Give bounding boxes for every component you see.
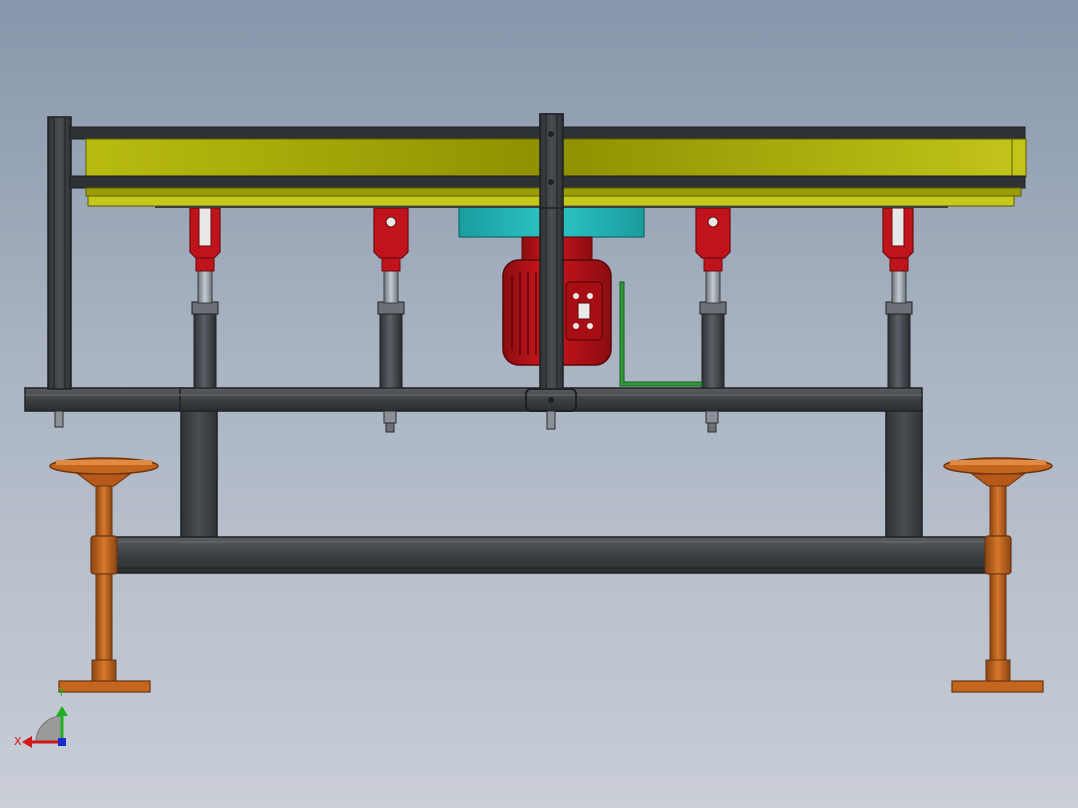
cad-viewport[interactable]: X Y [0,0,1078,808]
orientation-triad[interactable]: X Y [10,680,80,760]
lower-frame[interactable] [111,409,993,574]
lower-leg-left[interactable] [180,409,218,539]
leveling-bolts [54,410,719,433]
y-axis-label: Y [57,686,65,699]
roller-stand-right[interactable] [943,457,1053,693]
upper-frame[interactable] [24,387,923,412]
conveyor-assembly-model[interactable] [0,0,1078,808]
motor-bracket [619,281,703,387]
cylinder-1[interactable] [189,207,221,389]
cylinder-4[interactable] [882,207,914,389]
upper-beam-left-ext[interactable] [24,387,186,412]
cylinder-2[interactable] [373,207,409,389]
post-left[interactable] [47,116,72,390]
z-axis-marker-icon [58,738,66,746]
cylinder-3[interactable] [695,207,731,389]
x-axis-label: X [14,735,22,748]
lower-leg-right[interactable] [885,409,923,539]
roller-stand-left[interactable] [49,457,159,693]
